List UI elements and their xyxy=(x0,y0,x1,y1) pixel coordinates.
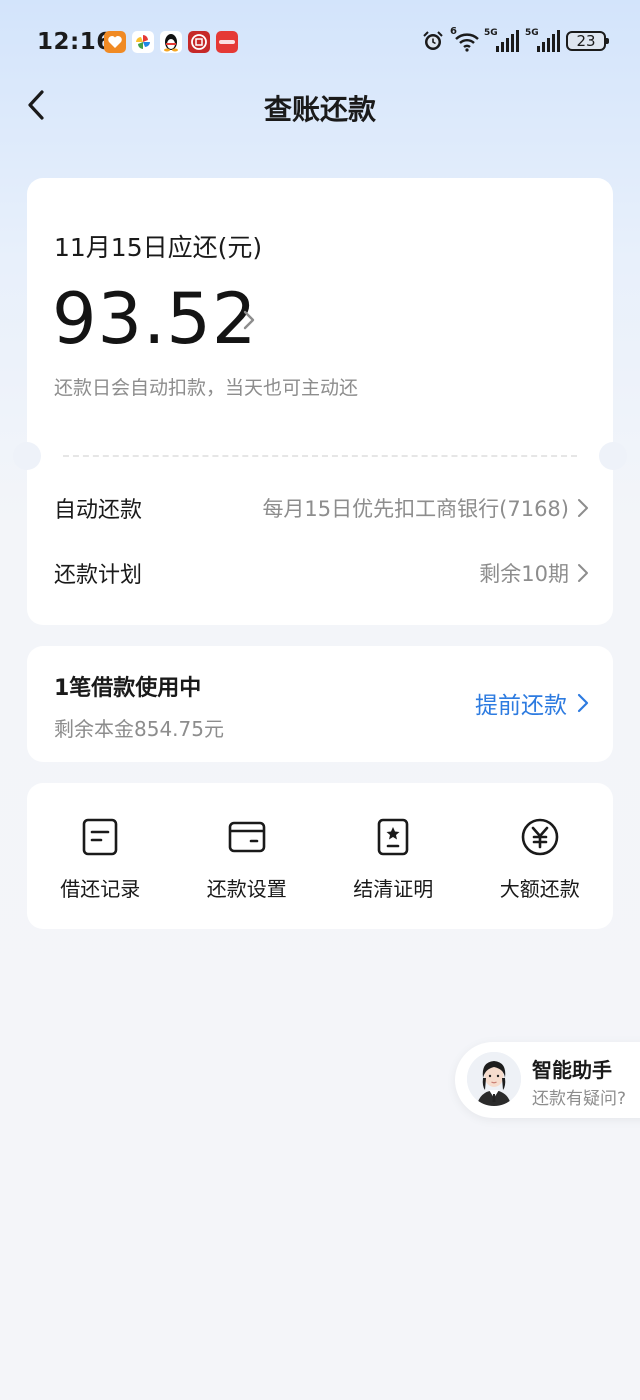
assistant-title: 智能助手 xyxy=(532,1058,612,1082)
loan-card: 1笔借款使用中 剩余本金854.75元 提前还款 xyxy=(27,646,613,762)
due-label: 11月15日应还(元) xyxy=(54,233,263,262)
loan-record-button[interactable]: 借还记录 xyxy=(27,783,174,929)
record-icon xyxy=(82,818,118,856)
wallet-icon xyxy=(228,821,266,853)
status-indicators: 6 5G 5G 23 xyxy=(422,26,609,52)
wifi-icon: 6 xyxy=(450,26,479,52)
network-type: 5G xyxy=(525,28,539,38)
remaining-principal: 剩余本金854.75元 xyxy=(54,717,224,741)
status-bar: 12:16 6 5G 5G 23 xyxy=(0,0,640,84)
chevron-right-icon[interactable] xyxy=(241,308,257,332)
repay-settings-button[interactable]: 还款设置 xyxy=(174,783,321,929)
battery-level: 23 xyxy=(576,32,596,50)
chevron-right-icon xyxy=(578,564,588,582)
alarm-icon xyxy=(423,31,443,50)
battery-icon: 23 xyxy=(566,31,609,51)
repay-plan-value: 剩余10期 xyxy=(479,562,569,586)
grid-label: 还款设置 xyxy=(206,877,287,901)
status-app-icons xyxy=(104,31,238,53)
pinwheel-app-icon xyxy=(132,31,154,53)
repay-plan-label: 还款计划 xyxy=(54,563,143,588)
divider xyxy=(63,455,577,457)
bill-card: 11月15日应还(元) 93.52 还款日会自动扣款，当天也可主动还 自动还款 … xyxy=(27,178,613,625)
prepay-label: 提前还款 xyxy=(475,693,567,719)
network-type: 5G xyxy=(484,28,498,38)
auto-repay-row[interactable]: 自动还款 每月15日优先扣工商银行(7168) xyxy=(54,488,589,528)
large-repay-button[interactable]: 大额还款 xyxy=(467,783,614,929)
smart-assistant-button[interactable]: 智能助手 还款有疑问? xyxy=(455,1042,640,1118)
due-amount[interactable]: 93.52 xyxy=(52,278,257,360)
grid-label: 结清证明 xyxy=(353,877,434,901)
page-title: 查账还款 xyxy=(263,93,376,126)
heart-app-icon xyxy=(104,31,126,53)
signal-icon: 5G xyxy=(484,28,519,52)
auto-repay-label: 自动还款 xyxy=(54,498,143,523)
chevron-right-icon xyxy=(578,499,588,517)
prepay-button[interactable]: 提前还款 xyxy=(475,686,589,720)
repay-plan-row[interactable]: 还款计划 剩余10期 xyxy=(54,553,589,593)
card-notch xyxy=(13,442,41,470)
yuan-icon xyxy=(521,818,559,856)
auto-repay-value: 每月15日优先扣工商银行(7168) xyxy=(262,497,569,521)
assistant-subtitle: 还款有疑问? xyxy=(532,1089,627,1109)
grid-label: 借还记录 xyxy=(60,877,141,901)
grid-label: 大额还款 xyxy=(499,877,580,901)
card-notch xyxy=(599,442,627,470)
chevron-right-icon xyxy=(577,693,589,713)
signal-icon: 5G xyxy=(525,28,560,52)
assistant-avatar xyxy=(467,1052,521,1106)
loan-title: 1笔借款使用中 xyxy=(54,676,202,701)
nav-bar: 查账还款 xyxy=(0,80,640,130)
quick-actions-card: 借还记录 还款设置 结清证明 大额还款 xyxy=(27,783,613,929)
certificate-icon xyxy=(377,818,409,856)
bank-app-icon xyxy=(188,31,210,53)
status-time: 12:16 xyxy=(37,29,113,55)
settlement-proof-button[interactable]: 结清证明 xyxy=(320,783,467,929)
qq-penguin-icon xyxy=(160,31,182,53)
auto-debit-hint: 还款日会自动扣款，当天也可主动还 xyxy=(54,377,359,399)
red-app-icon xyxy=(216,31,238,53)
